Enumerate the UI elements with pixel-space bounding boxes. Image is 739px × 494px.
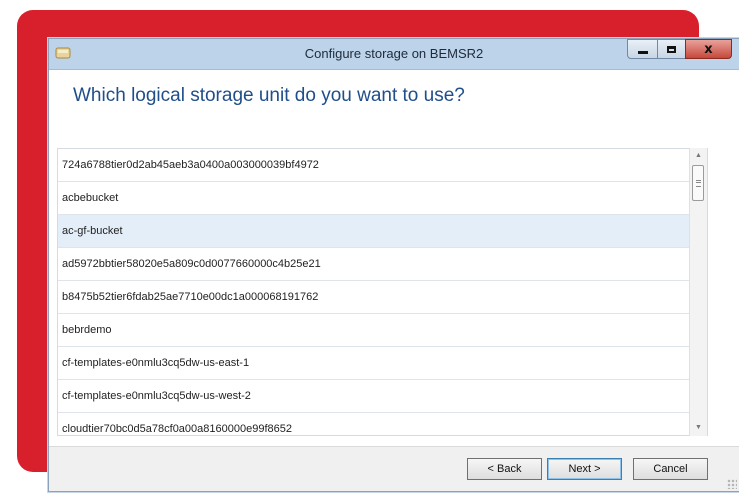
scroll-down-arrow-icon[interactable]: ▼ (690, 420, 707, 436)
list-item[interactable]: acbebucket (58, 182, 707, 215)
minimize-button[interactable] (627, 39, 658, 59)
resize-grip-icon[interactable] (727, 479, 737, 489)
maximize-button[interactable] (657, 39, 686, 59)
page-title: Which logical storage unit do you want t… (73, 85, 465, 106)
storage-unit-list[interactable]: 724a6788tier0d2ab45aeb3a0400a003000039bf… (57, 148, 708, 436)
dialog-footer: < Back Next > Cancel (49, 446, 739, 491)
vertical-scrollbar[interactable]: ▲ ▼ (689, 148, 707, 436)
list-item[interactable]: b8475b52tier6fdab25ae7710e00dc1a00006819… (58, 281, 707, 314)
scroll-up-arrow-icon[interactable]: ▲ (690, 148, 707, 164)
close-button[interactable]: x (685, 39, 732, 59)
close-icon: x (704, 41, 713, 57)
list-item[interactable]: ad5972bbtier58020e5a809c0d0077660000c4b2… (58, 248, 707, 281)
next-button[interactable]: Next > (547, 458, 622, 480)
back-button[interactable]: < Back (467, 458, 542, 480)
list-item[interactable]: cloudtier70bc0d5a78cf0a00a8160000e99f865… (58, 413, 707, 435)
minimize-icon (637, 50, 648, 54)
maximize-icon (667, 45, 676, 53)
configure-storage-window: Configure storage on BEMSR2 x Which logi… (48, 38, 739, 492)
list-item-selected[interactable]: ac-gf-bucket (58, 215, 707, 248)
list-item[interactable]: bebrdemo (58, 314, 707, 347)
list-item[interactable]: 724a6788tier0d2ab45aeb3a0400a003000039bf… (58, 149, 707, 182)
title-bar: Configure storage on BEMSR2 x (49, 39, 739, 70)
scrollbar-thumb[interactable] (692, 165, 704, 201)
list-item[interactable]: cf-templates-e0nmlu3cq5dw-us-west-2 (58, 380, 707, 413)
grip-icon (696, 180, 701, 187)
list-item[interactable]: cf-templates-e0nmlu3cq5dw-us-east-1 (58, 347, 707, 380)
cancel-button[interactable]: Cancel (633, 458, 708, 480)
